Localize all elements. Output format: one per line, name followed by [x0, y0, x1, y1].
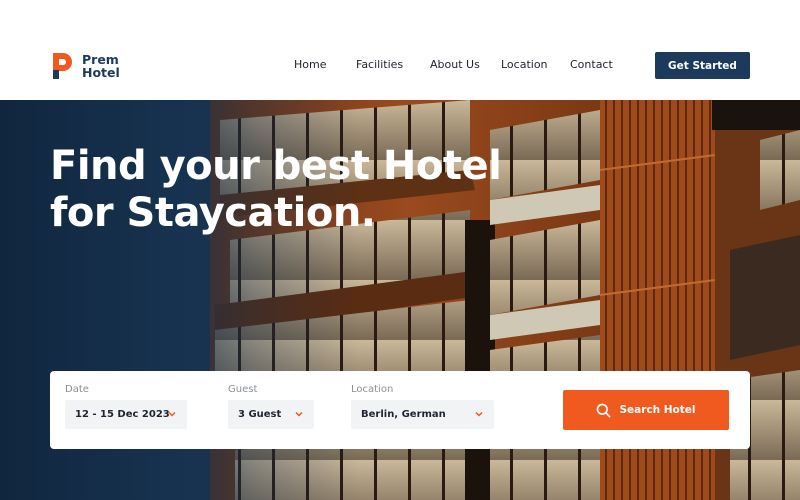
chevron-down-icon: [475, 411, 483, 417]
date-value: 12 - 15 Dec 2023: [75, 409, 170, 420]
site-header: Prem Hotel Home Facilities About Us Loca…: [0, 0, 800, 100]
logo[interactable]: Prem Hotel: [50, 50, 120, 82]
guest-label: Guest: [228, 384, 258, 395]
hero-title: Find your best Hotel for Staycation.: [50, 143, 502, 237]
date-label: Date: [65, 384, 89, 395]
location-label: Location: [351, 384, 394, 395]
hero-section: Find your best Hotel for Staycation. Dat…: [0, 100, 800, 500]
search-hotel-button[interactable]: Search Hotel: [563, 390, 729, 430]
logo-icon: [53, 53, 72, 79]
chevron-down-icon: [295, 411, 303, 417]
guest-select[interactable]: 3 Guest: [228, 400, 314, 429]
hotel-search-form: Date 12 - 15 Dec 2023 Guest 3 Guest Loca…: [50, 371, 750, 449]
nav-facilities[interactable]: Facilities: [356, 58, 403, 71]
get-started-button[interactable]: Get Started: [655, 52, 750, 79]
location-select[interactable]: Berlin, German: [351, 400, 494, 429]
chevron-down-icon: [168, 411, 176, 417]
logo-text: Prem Hotel: [82, 53, 120, 79]
search-icon: [597, 403, 611, 417]
guest-value: 3 Guest: [238, 409, 282, 420]
hero-title-line2: for Staycation.: [50, 190, 376, 236]
nav-location[interactable]: Location: [501, 58, 548, 71]
date-select[interactable]: 12 - 15 Dec 2023: [65, 400, 187, 429]
nav-contact[interactable]: Contact: [570, 58, 613, 71]
hero-title-line1: Find your best Hotel: [50, 143, 502, 189]
logo-name-line2: Hotel: [82, 65, 120, 80]
search-button-label: Search Hotel: [619, 404, 696, 416]
location-value: Berlin, German: [361, 409, 446, 420]
nav-about-us[interactable]: About Us: [430, 58, 480, 71]
nav-home[interactable]: Home: [294, 58, 326, 71]
